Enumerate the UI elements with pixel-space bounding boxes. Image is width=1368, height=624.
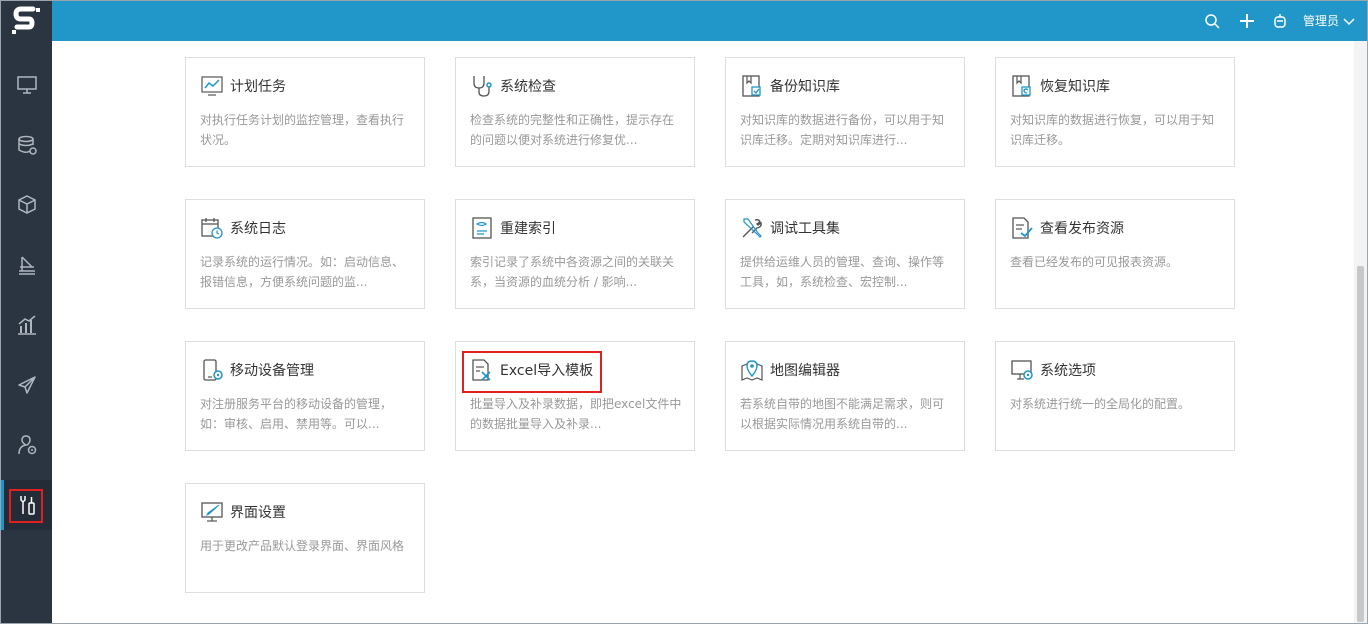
calendar-clock-icon [201, 218, 223, 239]
card-description: 若系统自带的地图不能满足需求，则可 以根据实际情况用系统自带的... [740, 397, 945, 431]
card-title: 系统日志 [230, 221, 286, 237]
card-title: 恢复知识库 [1040, 79, 1110, 95]
card-debug-toolkit[interactable]: 调试工具集 提供给运维人员的管理、查询、操作等 工具，如，系统检查、宏控制... [725, 199, 965, 309]
sidebar-item-send[interactable] [1, 360, 52, 410]
card-description: 记录系统的运行情况。如：启动信息、 报错信息，方便系统问题的监... [200, 255, 405, 289]
search-button[interactable] [1202, 11, 1222, 31]
card-published-resources[interactable]: 查看发布资源 查看已经发布的可见报表资源。 [995, 199, 1235, 309]
card-description: 检查系统的完整性和正确性，提示存在 的问题以便对系统进行修复优... [470, 113, 675, 147]
card-description: 查看已经发布的可见报表资源。 [1010, 255, 1179, 269]
sidebar-item-cube[interactable] [1, 180, 52, 230]
card-title: Excel导入模板 [500, 363, 594, 379]
card-scheduled-tasks[interactable]: 计划任务 对执行任务计划的监控管理，查看执行 状况。 [185, 57, 425, 167]
line-chart-icon [201, 76, 223, 96]
logo-icon [11, 6, 40, 34]
user-label: 管理员 [1303, 14, 1340, 28]
active-item-highlight [9, 489, 43, 523]
card-map-editor[interactable]: 地图编辑器 若系统自带的地图不能满足需求，则可 以根据实际情况用系统自带的... [725, 341, 965, 451]
card-system-options[interactable]: 系统选项 对系统进行统一的全局化的配置。 [995, 341, 1235, 451]
card-description: 提供给运维人员的管理、查询、操作等 工具，如，系统检查、宏控制... [740, 255, 945, 289]
user-menu[interactable]: 管理员 [1303, 12, 1355, 29]
card-mobile-device-management[interactable]: 移动设备管理 对注册服务平台的移动设备的管理， 如：审核、启用、禁用等。可以... [185, 341, 425, 451]
sidebar-item-chart[interactable] [1, 300, 52, 350]
stethoscope-icon [473, 76, 492, 97]
scrollbar-thumb[interactable] [1357, 266, 1364, 622]
excel-import-icon [472, 359, 491, 381]
card-interface-settings[interactable]: 界面设置 用于更改产品默认登录界面、界面风格 [185, 483, 425, 593]
card-title: 备份知识库 [770, 79, 840, 95]
sidebar [1, 1, 52, 623]
card-title: 界面设置 [230, 505, 286, 521]
monitor-brush-icon [201, 502, 223, 522]
card-rebuild-index[interactable]: 重建索引 索引记录了系统中各资源之间的关联关 系，当资源的血统分析 / 影响... [455, 199, 695, 309]
card-title: 重建索引 [500, 221, 556, 237]
robot-icon [1274, 14, 1286, 28]
card-title: 系统检查 [500, 79, 556, 95]
card-title: 移动设备管理 [230, 363, 314, 379]
send-icon [17, 376, 36, 394]
sidebar-item-layers[interactable] [1, 240, 52, 290]
bar-chart-icon [17, 315, 36, 335]
card-excel-import-template[interactable]: Excel导入模板 批量导入及补录数据，即把excel文件中 的数据批量导入及补录… [455, 341, 695, 451]
mobile-settings-icon [203, 359, 223, 381]
card-title: 查看发布资源 [1040, 221, 1124, 237]
backup-icon [742, 75, 761, 97]
card-system-log[interactable]: 系统日志 记录系统的运行情况。如：启动信息、 报错信息，方便系统问题的监... [185, 199, 425, 309]
monitor-settings-icon [1011, 360, 1033, 380]
card-backup-repository[interactable]: 备份知识库 对知识库的数据进行备份，可以用于知 识库迁移。定期对知识库进行... [725, 57, 965, 167]
add-button[interactable] [1237, 11, 1257, 31]
card-title: 计划任务 [230, 79, 286, 95]
search-icon [1205, 14, 1220, 29]
card-description: 索引记录了系统中各资源之间的关联关 系，当资源的血统分析 / 影响... [470, 255, 675, 289]
index-icon [472, 217, 492, 239]
document-check-icon [1012, 217, 1033, 239]
chevron-down-icon [1343, 17, 1355, 25]
card-description: 对注册服务平台的移动设备的管理， 如：审核、启用、禁用等。可以... [200, 397, 393, 431]
card-title: 调试工具集 [770, 221, 840, 237]
card-description: 对知识库的数据进行恢复，可以用于知 识库迁移。 [1010, 113, 1215, 147]
plus-icon [1240, 14, 1254, 28]
monitor-icon [16, 76, 37, 94]
card-description: 批量导入及补录数据，即把excel文件中 的数据批量导入及补录... [470, 397, 682, 431]
sidebar-item-monitor[interactable] [1, 60, 52, 110]
top-bar: 管理员 [52, 1, 1367, 41]
app-logo[interactable] [1, 1, 52, 41]
user-settings-icon [17, 435, 36, 455]
map-pin-icon [741, 360, 763, 381]
card-title: 系统选项 [1040, 363, 1096, 379]
sidebar-item-user-settings[interactable] [1, 420, 52, 470]
sidebar-item-tools[interactable] [1, 480, 52, 530]
card-description: 对系统进行统一的全局化的配置。 [1010, 397, 1191, 411]
card-system-check[interactable]: 系统检查 检查系统的完整性和正确性，提示存在 的问题以便对系统进行修复优... [455, 57, 695, 167]
sidebar-item-database[interactable] [1, 120, 52, 170]
card-title: 地图编辑器 [770, 363, 840, 379]
card-description: 用于更改产品默认登录界面、界面风格 [200, 539, 405, 553]
cube-icon [17, 195, 36, 214]
wrench-screwdriver-icon [742, 218, 762, 238]
card-description: 对执行任务计划的监控管理，查看执行 状况。 [200, 113, 405, 147]
card-restore-repository[interactable]: 恢复知识库 对知识库的数据进行恢复，可以用于知 识库迁移。 [995, 57, 1235, 167]
card-description: 对知识库的数据进行备份，可以用于知 识库迁移。定期对知识库进行... [740, 113, 945, 147]
restore-icon [1012, 75, 1031, 97]
layers-icon [18, 256, 35, 275]
database-settings-icon [17, 135, 37, 155]
assistant-button[interactable] [1270, 11, 1290, 31]
